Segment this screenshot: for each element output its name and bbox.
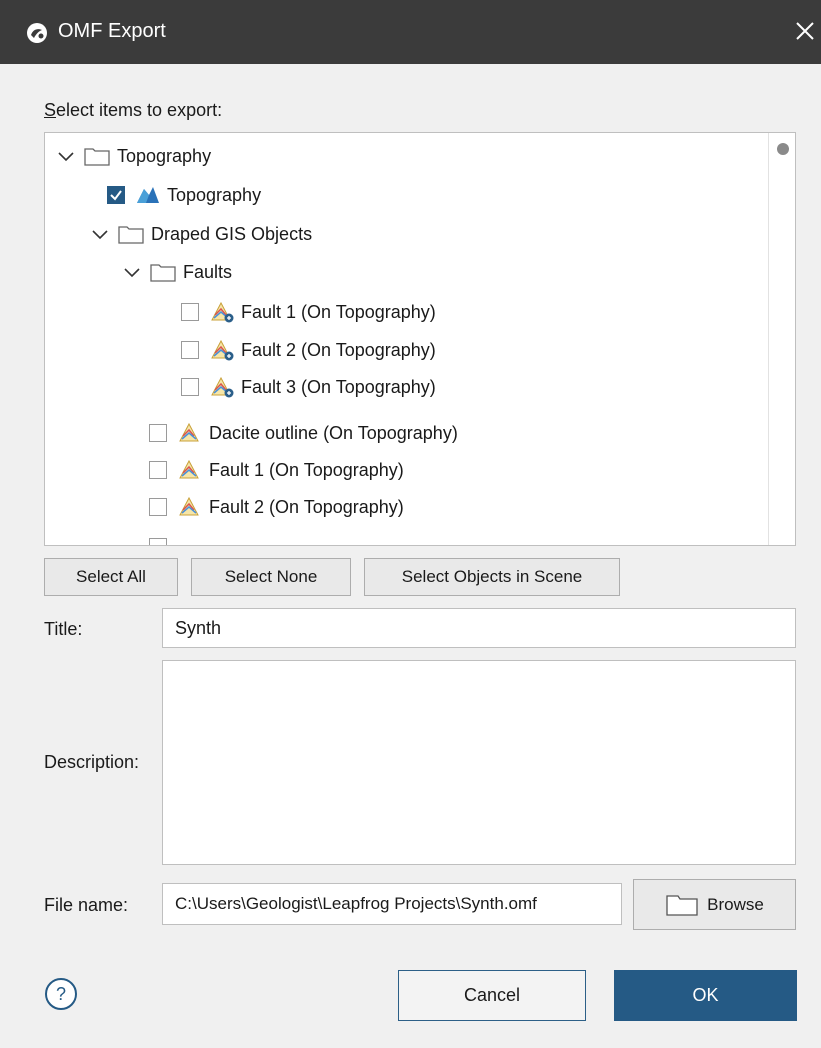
tree-node-label: Faults	[183, 261, 233, 282]
tree-node-fault-1-draped[interactable]: Fault 1 (On Topography)	[181, 294, 436, 330]
checkbox-unchecked[interactable]	[181, 303, 199, 321]
gis-line-icon	[179, 422, 199, 442]
tree-node-label: Topography	[117, 145, 212, 166]
browse-label: Browse	[707, 894, 764, 914]
tree-node-draped-gis-folder[interactable]: Draped GIS Objects	[89, 216, 312, 252]
tree-node-label: Fault 3 (On Topography)	[241, 376, 436, 397]
tree-node-faults-folder[interactable]: Faults	[121, 254, 232, 290]
select-none-label: Select None	[224, 567, 318, 586]
tree-node-fault-2[interactable]: Fault 2 (On Topography)	[149, 489, 404, 525]
title-input[interactable]: Synth	[162, 608, 796, 648]
title-label: Title:	[44, 619, 83, 639]
tree-label: Select items to export:	[44, 100, 222, 121]
checkbox-unchecked[interactable]	[181, 378, 199, 396]
cancel-label: Cancel	[463, 985, 521, 1005]
checkbox-unchecked[interactable]	[149, 461, 167, 479]
select-scene-label: Select Objects in Scene	[401, 567, 583, 586]
tree-node-fault-2-draped[interactable]: Fault 2 (On Topography)	[181, 332, 436, 368]
select-all-button[interactable]: Select All	[44, 558, 178, 596]
tree-label-mnemonic: S	[44, 100, 57, 120]
description-label: Description:	[44, 752, 140, 772]
gis-line-icon	[211, 301, 234, 323]
folder-icon	[150, 264, 176, 282]
chevron-down-icon[interactable]	[121, 261, 143, 283]
gis-line-icon	[211, 339, 234, 361]
tree-node-label: Topography	[167, 184, 262, 205]
chevron-down-icon[interactable]	[89, 223, 111, 245]
close-icon[interactable]	[792, 18, 818, 44]
ok-label: OK	[692, 985, 719, 1005]
folder-icon	[118, 226, 144, 244]
cancel-button[interactable]: Cancel	[398, 970, 586, 1021]
checkbox-unchecked[interactable]	[149, 424, 167, 442]
chevron-down-icon[interactable]	[55, 145, 77, 167]
checkbox-unchecked[interactable]	[181, 341, 199, 359]
tree-label-text: elect items to export:	[56, 100, 223, 120]
surface-icon	[137, 187, 159, 203]
ok-button[interactable]: OK	[614, 970, 797, 1021]
tree-node-label: Fault 2 (On Topography)	[209, 496, 404, 517]
gis-line-icon	[179, 496, 199, 516]
tree-node-label: Fault 1 (On Topography)	[209, 459, 404, 480]
tree-node-label: Fault 1 (On Topography)	[241, 301, 436, 322]
tree-node-label: Dacite outline (On Topography)	[209, 422, 458, 443]
tree-node-topography-folder[interactable]: Topography	[55, 138, 211, 174]
select-none-button[interactable]: Select None	[191, 558, 351, 596]
select-objects-in-scene-button[interactable]: Select Objects in Scene	[364, 558, 620, 596]
gis-line-icon	[179, 459, 199, 479]
scrollbar-track[interactable]	[768, 133, 769, 545]
folder-icon	[666, 894, 698, 916]
select-all-label: Select All	[76, 567, 146, 586]
checkbox-unchecked[interactable]	[149, 538, 167, 545]
app-icon	[27, 23, 47, 43]
help-icon[interactable]: ?	[44, 977, 78, 1011]
title-bar: OMF Export	[0, 0, 821, 64]
checkbox-unchecked[interactable]	[149, 498, 167, 516]
description-textarea[interactable]	[162, 660, 796, 865]
tree-node-fault-1[interactable]: Fault 1 (On Topography)	[149, 452, 404, 488]
title-value: Synth	[175, 617, 222, 638]
browse-button[interactable]: Browse	[633, 879, 796, 930]
tree-node-label: Fault 2 (On Topography)	[241, 339, 436, 360]
gis-line-icon	[211, 376, 234, 398]
tree-node-fault-3-draped[interactable]: Fault 3 (On Topography)	[181, 369, 436, 405]
tree-node-topography-surface[interactable]: Topography	[107, 177, 261, 213]
tree-node-label: Draped GIS Objects	[151, 223, 313, 244]
file-name-value: C:\Users\Geologist\Leapfrog Projects\Syn…	[175, 894, 537, 913]
scrollbar-thumb[interactable]	[777, 143, 789, 155]
window-title: OMF Export	[58, 20, 166, 42]
folder-icon	[84, 148, 110, 166]
export-tree[interactable]: Topography Topography Draped GIS Objects…	[44, 132, 796, 546]
svg-text:?: ?	[56, 984, 66, 1004]
file-name-label: File name:	[44, 895, 129, 915]
file-name-input[interactable]: C:\Users\Geologist\Leapfrog Projects\Syn…	[162, 883, 622, 925]
checkbox-checked[interactable]	[107, 186, 125, 204]
tree-node-dacite-outline[interactable]: Dacite outline (On Topography)	[149, 415, 458, 451]
tree-node-partial[interactable]	[149, 529, 177, 545]
